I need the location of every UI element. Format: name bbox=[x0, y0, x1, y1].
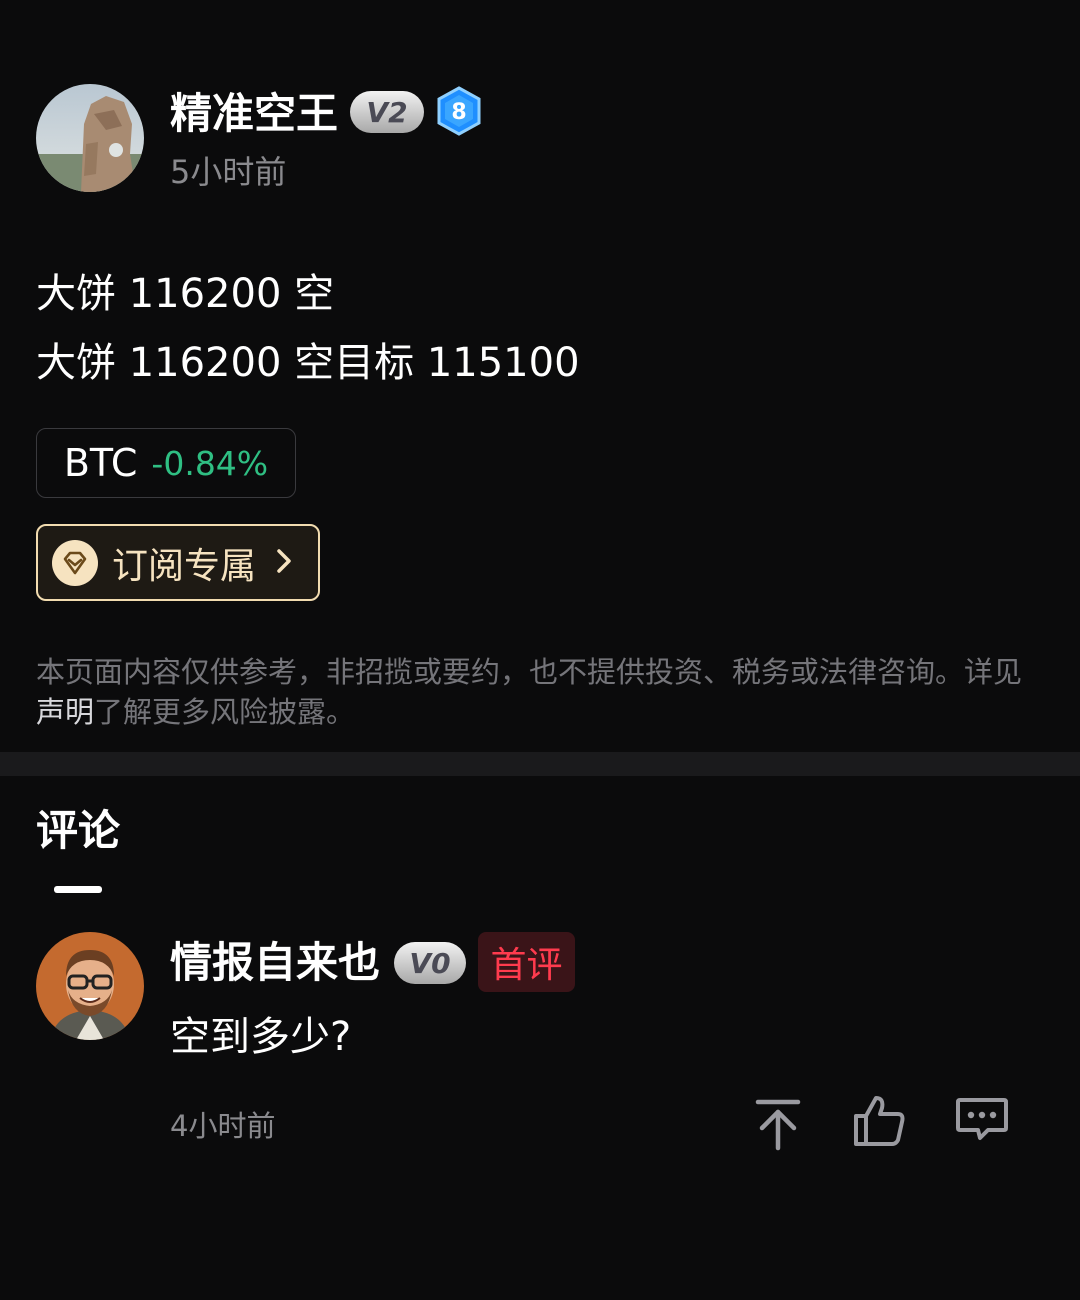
comment-time: 4小时前 bbox=[170, 1109, 276, 1143]
level-badge-number: 8 bbox=[451, 100, 466, 125]
commenter-avatar[interactable] bbox=[36, 932, 144, 1040]
active-tab-indicator bbox=[54, 886, 102, 893]
commenter-name[interactable]: 情报自来也 bbox=[170, 935, 380, 991]
comment-text: 空到多少? bbox=[170, 1014, 352, 1060]
commenter-vip-label: V0 bbox=[409, 946, 451, 980]
thumbs-up-icon[interactable] bbox=[852, 1092, 908, 1152]
pin-top-icon[interactable] bbox=[750, 1092, 806, 1152]
post-time: 5小时前 bbox=[170, 153, 287, 191]
post-text-line-2: 大饼 116200 空目标 115100 bbox=[36, 340, 580, 386]
post-text-line-1: 大饼 116200 空 bbox=[36, 271, 335, 317]
chevron-right-icon bbox=[274, 545, 294, 581]
ticker-change: -0.84% bbox=[151, 443, 269, 483]
author-avatar[interactable] bbox=[36, 84, 144, 192]
level-badge-icon: 8 bbox=[436, 86, 482, 136]
tab-comments[interactable]: 评论 bbox=[36, 803, 120, 859]
subscribe-exclusive-button[interactable]: 订阅专属 bbox=[36, 524, 320, 601]
vip-level-label: V2 bbox=[366, 95, 408, 129]
post: 精准空王 V2 8 5小时前 大饼 116200 空 大饼 116200 空目标… bbox=[0, 0, 1080, 752]
section-divider bbox=[0, 752, 1080, 776]
commenter-vip-badge: V0 bbox=[394, 942, 466, 984]
vip-level-badge: V2 bbox=[350, 91, 424, 133]
comment-icon[interactable] bbox=[954, 1092, 1010, 1152]
statement-link[interactable]: 声明 bbox=[36, 695, 94, 729]
ticker-symbol: BTC bbox=[63, 441, 138, 485]
risk-disclaimer: 本页面内容仅供参考，非招揽或要约，也不提供投资、税务或法律咨询。详见声明了解更多… bbox=[36, 652, 1046, 732]
disclaimer-text-end: 了解更多风险披露。 bbox=[94, 695, 356, 729]
ticker-chip[interactable]: BTC -0.84% bbox=[36, 428, 296, 498]
subscribe-label: 订阅专属 bbox=[112, 545, 257, 587]
author-name[interactable]: 精准空王 bbox=[170, 86, 338, 142]
disclaimer-text: 本页面内容仅供参考，非招揽或要约，也不提供投资、税务或法律咨询。详见 bbox=[36, 655, 1023, 689]
diamond-icon bbox=[52, 539, 98, 586]
first-comment-tag: 首评 bbox=[478, 932, 575, 992]
